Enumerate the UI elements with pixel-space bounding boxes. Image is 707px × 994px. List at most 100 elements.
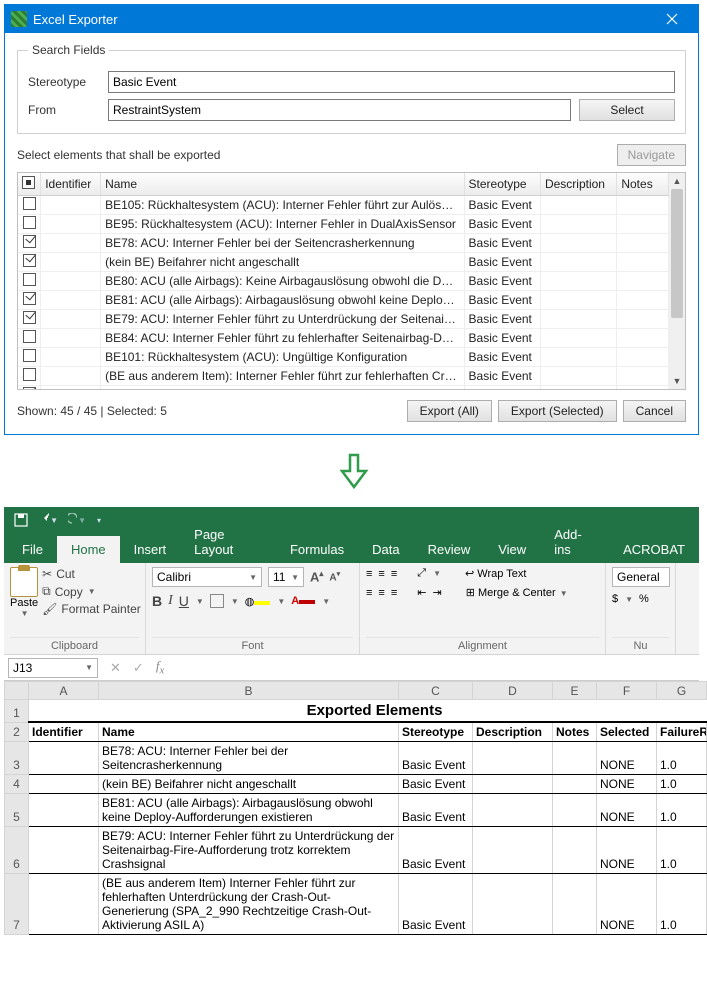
- align-bottom-icon[interactable]: ≡: [391, 568, 397, 580]
- close-icon[interactable]: [652, 5, 692, 33]
- col-G[interactable]: G: [657, 682, 707, 700]
- row-checkbox[interactable]: [23, 254, 36, 267]
- col-stereotype[interactable]: Stereotype: [464, 173, 540, 196]
- increase-indent-icon[interactable]: ⇥: [432, 586, 441, 599]
- col-name[interactable]: Name: [101, 173, 464, 196]
- table-row[interactable]: BE101: Rückhaltesystem (ACU): Ungültige …: [18, 348, 669, 367]
- align-middle-icon[interactable]: ≡: [378, 568, 384, 580]
- header-checkbox[interactable]: [18, 173, 41, 196]
- align-center-icon[interactable]: ≡: [378, 587, 384, 599]
- merge-center-button[interactable]: ⊞ Merge & Center ▼: [466, 586, 568, 599]
- row-checkbox[interactable]: [23, 311, 36, 324]
- percent-icon[interactable]: %: [639, 593, 649, 605]
- table-row[interactable]: (BE aus anderem Item) Interner Fehler fü…: [18, 386, 669, 390]
- from-input[interactable]: [108, 99, 571, 121]
- cancel-button[interactable]: Cancel: [623, 400, 686, 422]
- italic-button[interactable]: I: [168, 593, 173, 609]
- cancel-fx-icon[interactable]: ✕: [110, 660, 121, 676]
- grid-scrollbar[interactable]: ▲ ▼: [669, 173, 685, 389]
- scroll-up-icon[interactable]: ▲: [669, 173, 685, 189]
- undo-icon[interactable]: ▼: [40, 511, 58, 529]
- tab-insert[interactable]: Insert: [120, 536, 181, 563]
- tab-review[interactable]: Review: [414, 536, 485, 563]
- col-A[interactable]: A: [29, 682, 99, 700]
- col-identifier[interactable]: Identifier: [41, 173, 101, 196]
- row-checkbox[interactable]: [23, 330, 36, 343]
- redo-icon[interactable]: ▼: [68, 511, 86, 529]
- tab-data[interactable]: Data: [358, 536, 413, 563]
- table-row[interactable]: BE95: Rückhaltesystem (ACU): Interner Fe…: [18, 215, 669, 234]
- fx-icon[interactable]: fx: [156, 658, 164, 677]
- accept-fx-icon[interactable]: ✓: [133, 660, 144, 676]
- format-painter-button[interactable]: 🖌Format Painter: [42, 602, 141, 616]
- name-box[interactable]: J13▼: [8, 658, 98, 678]
- row-checkbox[interactable]: [23, 387, 36, 389]
- col-D[interactable]: D: [473, 682, 553, 700]
- merge-icon: ⊞: [466, 586, 475, 599]
- ribbon: Paste ▼ ✂Cut ⧉Copy▼ 🖌Format Painter Clip…: [4, 563, 699, 655]
- row-checkbox[interactable]: [23, 216, 36, 229]
- ribbon-tabs: FileHomeInsertPage LayoutFormulasDataRev…: [4, 533, 699, 563]
- currency-icon[interactable]: $: [612, 593, 618, 605]
- increase-font-icon[interactable]: A▴: [310, 569, 323, 584]
- tab-page-layout[interactable]: Page Layout: [180, 521, 276, 563]
- tab-home[interactable]: Home: [57, 536, 120, 563]
- bold-button[interactable]: B: [152, 593, 162, 609]
- copy-button[interactable]: ⧉Copy▼: [42, 584, 141, 599]
- titlebar[interactable]: Excel Exporter: [5, 5, 698, 33]
- decrease-indent-icon[interactable]: ⇤: [417, 586, 426, 599]
- paste-button[interactable]: Paste ▼: [10, 567, 38, 618]
- cut-button[interactable]: ✂Cut: [42, 567, 141, 581]
- wrap-text-button[interactable]: ↩ Wrap Text: [465, 567, 526, 580]
- tab-acrobat[interactable]: ACROBAT: [609, 536, 699, 563]
- tab-formulas[interactable]: Formulas: [276, 536, 358, 563]
- decrease-font-icon[interactable]: A▾: [329, 570, 340, 583]
- sheet-title[interactable]: Exported Elements: [29, 700, 707, 723]
- row-checkbox[interactable]: [23, 235, 36, 248]
- col-description[interactable]: Description: [540, 173, 616, 196]
- align-right-icon[interactable]: ≡: [391, 587, 397, 599]
- font-size-combo[interactable]: 11▼: [268, 567, 304, 587]
- col-notes[interactable]: Notes: [617, 173, 669, 196]
- col-B[interactable]: B: [99, 682, 399, 700]
- row-checkbox[interactable]: [23, 292, 36, 305]
- align-left-icon[interactable]: ≡: [366, 587, 372, 599]
- col-E[interactable]: E: [553, 682, 597, 700]
- table-row[interactable]: BE78: ACU: Interner Fehler bei der Seite…: [18, 234, 669, 253]
- row-checkbox[interactable]: [23, 197, 36, 210]
- export-selected-button[interactable]: Export (Selected): [498, 400, 617, 422]
- row-checkbox[interactable]: [23, 349, 36, 362]
- scroll-down-icon[interactable]: ▼: [669, 373, 685, 389]
- table-row[interactable]: (BE aus anderem Item): Interner Fehler f…: [18, 367, 669, 386]
- row-checkbox[interactable]: [23, 273, 36, 286]
- select-button[interactable]: Select: [579, 99, 675, 121]
- tab-file[interactable]: File: [8, 536, 57, 563]
- tab-view[interactable]: View: [484, 536, 540, 563]
- app-icon: [11, 11, 27, 27]
- orientation-icon[interactable]: ⤢: [417, 567, 426, 580]
- export-all-button[interactable]: Export (All): [407, 400, 492, 422]
- table-row[interactable]: BE80: ACU (alle Airbags): Keine Airbagau…: [18, 272, 669, 291]
- scissors-icon: ✂: [42, 567, 52, 581]
- number-format-combo[interactable]: General: [612, 567, 670, 587]
- col-F[interactable]: F: [597, 682, 657, 700]
- excel-exporter-dialog: Excel Exporter Search Fields Stereotype …: [4, 4, 699, 435]
- table-row[interactable]: BE79: ACU: Interner Fehler führt zu Unte…: [18, 310, 669, 329]
- underline-button[interactable]: U: [179, 593, 189, 609]
- status-text: Shown: 45 / 45 | Selected: 5: [17, 404, 167, 418]
- copy-icon: ⧉: [42, 584, 51, 599]
- table-row[interactable]: (kein BE) Beifahrer nicht angeschalltBas…: [18, 253, 669, 272]
- border-button[interactable]: [210, 594, 224, 608]
- tab-add-ins[interactable]: Add-ins: [540, 521, 609, 563]
- stereotype-input[interactable]: [108, 71, 675, 93]
- align-top-icon[interactable]: ≡: [366, 568, 372, 580]
- font-color-button[interactable]: A: [291, 595, 315, 607]
- table-row[interactable]: BE84: ACU: Interner Fehler führt zu fehl…: [18, 329, 669, 348]
- table-row[interactable]: BE105: Rückhaltesystem (ACU): Interner F…: [18, 196, 669, 215]
- col-C[interactable]: C: [399, 682, 473, 700]
- fill-color-button[interactable]: ◍: [245, 595, 271, 608]
- save-icon[interactable]: [12, 511, 30, 529]
- row-checkbox[interactable]: [23, 368, 36, 381]
- table-row[interactable]: BE81: ACU (alle Airbags): Airbagauslösun…: [18, 291, 669, 310]
- font-name-combo[interactable]: Calibri▼: [152, 567, 262, 587]
